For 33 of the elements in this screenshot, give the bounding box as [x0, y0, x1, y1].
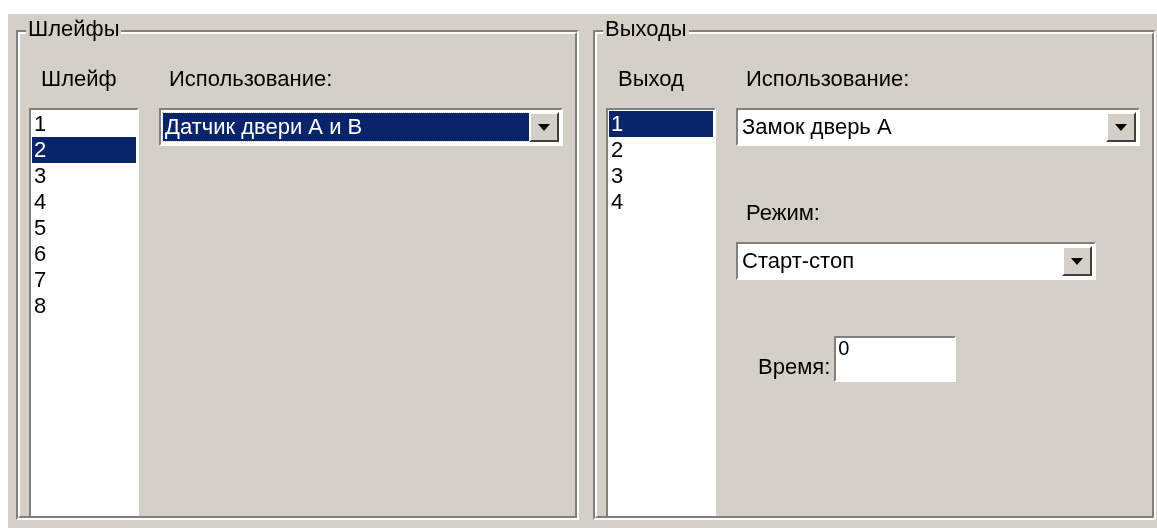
list-heading: Выход	[618, 68, 685, 90]
list-item[interactable]: 2	[32, 137, 136, 163]
dropdown[interactable]: Датчик двери А и В	[159, 108, 563, 146]
field-label: Режим:	[746, 202, 821, 224]
list-item[interactable]: 2	[609, 137, 713, 163]
text-field[interactable]: 0	[834, 336, 957, 382]
group-title: Шлейфы	[26, 18, 122, 40]
group-title: Выходы	[603, 18, 689, 40]
dropdown-value: Старт-стоп	[741, 247, 856, 275]
dropdown-button[interactable]	[1106, 112, 1136, 142]
caret-icon	[538, 123, 550, 131]
caret-icon	[1115, 123, 1127, 131]
list-item[interactable]: 3	[32, 163, 136, 189]
field-label: Время:	[758, 356, 831, 378]
dropdown-value: Датчик двери А и В	[163, 113, 529, 141]
dropdown[interactable]: Замок дверь А	[736, 108, 1140, 146]
list-heading: Шлейф	[41, 68, 118, 90]
list-item[interactable]: 3	[609, 163, 713, 189]
field-label: Использование:	[169, 68, 334, 90]
dropdown-value: Замок дверь А	[741, 113, 893, 141]
dropdown-button[interactable]	[529, 112, 559, 142]
list-item[interactable]: 4	[609, 189, 713, 215]
list-item[interactable]: 1	[609, 111, 713, 137]
list-item[interactable]: 6	[32, 241, 136, 267]
list-item[interactable]: 5	[32, 215, 136, 241]
list-item[interactable]: 7	[32, 267, 136, 293]
list-item[interactable]: 4	[32, 189, 136, 215]
dropdown[interactable]: Старт-стоп	[736, 242, 1096, 280]
field-label: Использование:	[746, 68, 911, 90]
caret-icon	[1071, 257, 1083, 265]
dropdown-button[interactable]	[1062, 246, 1092, 276]
list-item[interactable]: 8	[32, 293, 136, 319]
list-item[interactable]: 1	[32, 111, 136, 137]
